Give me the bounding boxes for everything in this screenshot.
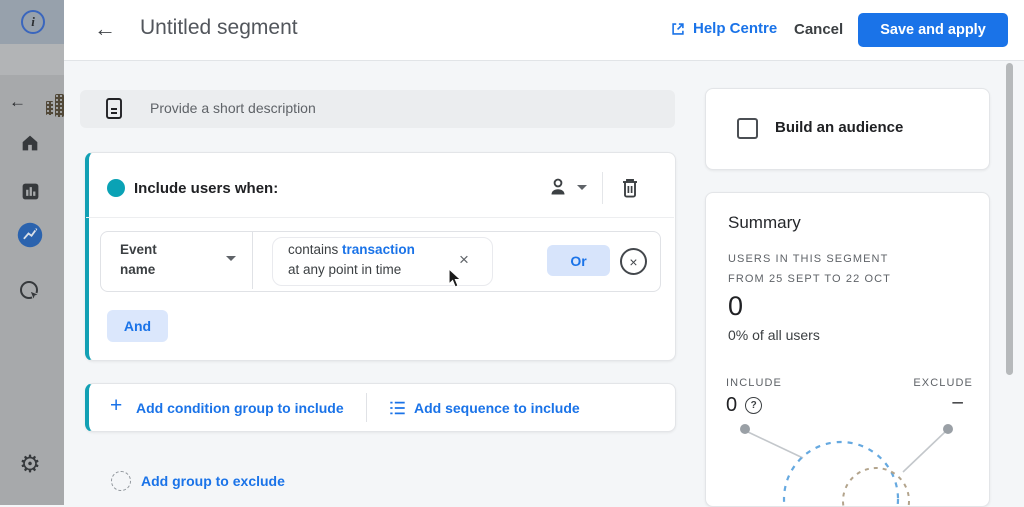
back-button[interactable]: ← [90,14,120,44]
build-audience-checkbox[interactable] [737,118,758,139]
page-title: Untitled segment [140,16,298,39]
chevron-down-icon [577,184,587,190]
buildings-icon [55,94,64,117]
help-centre-link[interactable]: Help Centre [670,20,777,37]
add-condition-group-button[interactable]: Add condition group to include [136,400,344,416]
filter-chip-scope: at any point in time [288,262,402,277]
property-bar: ← [0,44,64,117]
trash-icon [623,179,637,198]
card-divider [86,217,674,218]
person-icon [551,178,565,195]
dimmed-app-backdrop: i ← ⚙ [0,0,64,505]
description-placeholder: Provide a short description [150,100,316,116]
bar-chart-icon [22,183,38,199]
dimension-select[interactable]: Event name [120,240,192,280]
explore-icon [17,222,43,248]
actions-divider [366,393,367,422]
filter-value: transaction [342,242,415,257]
sequence-list-icon [388,399,407,422]
sidebar-item-reports[interactable] [17,178,43,204]
venn-exclude-circle [842,467,910,506]
include-group-title: Include users when: [134,180,279,197]
home-icon [22,135,38,151]
plus-icon: + [110,394,123,417]
add-sequence-button[interactable]: Add sequence to include [414,400,580,416]
exclude-leader-dot [943,424,953,434]
sidebar-item-settings[interactable]: ⚙ [17,452,43,478]
document-icon [104,97,124,126]
header-divider [602,172,603,204]
back-arrow-icon-dimmed: ← [9,92,26,111]
sidebar-item-home[interactable] [17,130,43,156]
advertising-icon [20,281,41,302]
scope-selector[interactable] [546,175,587,199]
exclude-leader-line [902,431,946,473]
open-in-new-icon [672,22,684,35]
filter-chip-line1: contains transaction [288,242,415,257]
dashed-circle-icon [111,471,131,491]
condition-divider [252,232,253,289]
sidebar-item-advertising[interactable] [17,278,43,304]
remove-filter-icon[interactable]: × [459,250,469,270]
remove-condition-button[interactable]: × [620,248,647,275]
save-and-apply-button[interactable]: Save and apply [858,13,1008,47]
filter-operator: contains [288,242,343,257]
venn-include-circle [782,440,900,506]
info-icon: i [21,10,45,34]
gear-icon: ⚙ [19,451,41,478]
include-leader-dot [740,424,750,434]
sidebar-item-explore[interactable] [17,222,43,248]
build-audience-label: Build an audience [775,119,904,136]
summary-card: Summary USERS IN THIS SEGMENT FROM 25 SE… [705,192,990,507]
chevron-down-icon [226,256,236,261]
include-scope-dot [107,179,125,197]
include-leader-line [747,431,804,459]
buildings-icon [46,101,53,115]
segment-venn-diagram [740,424,953,506]
scrollbar-thumb[interactable] [1006,63,1013,375]
mouse-cursor [448,267,463,294]
delete-group-button[interactable] [619,176,641,205]
cancel-button[interactable]: Cancel [794,21,843,38]
and-button[interactable]: And [107,310,168,342]
or-button[interactable]: Or [547,245,610,276]
add-group-to-exclude-button[interactable]: Add group to exclude [141,473,285,489]
help-centre-label: Help Centre [693,20,778,37]
account-header-strip: i [0,0,64,44]
